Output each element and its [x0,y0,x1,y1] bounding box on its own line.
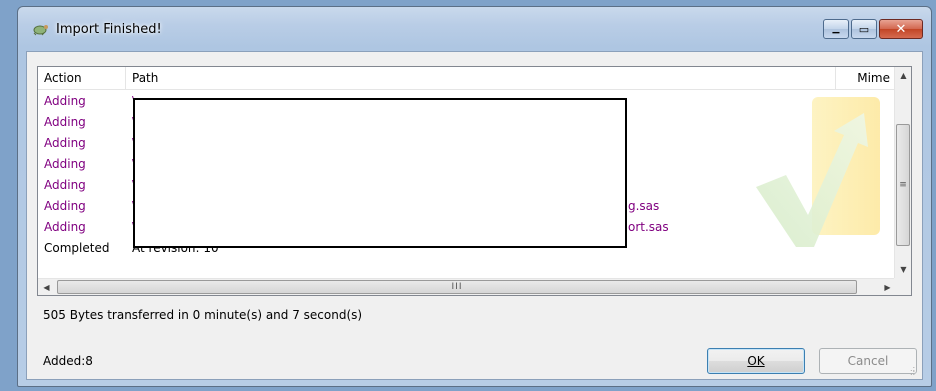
row-action: Adding [44,115,86,129]
column-header-mime[interactable]: Mime [836,67,896,89]
cancel-button-label: Cancel [847,354,889,368]
list-header: Action Path Mime [38,67,896,90]
row-action: Adding [44,94,86,108]
grip-icon: ≡ [899,180,907,190]
column-header-action[interactable]: Action [38,67,126,89]
ok-button[interactable]: OK [707,348,805,374]
scroll-up-icon[interactable]: ▲ [895,67,911,84]
row-action: Adding [44,136,86,150]
ok-button-label: OK [747,354,765,368]
transfer-status: 505 Bytes transferred in 0 minute(s) and… [43,308,363,322]
row-action: Completed [44,241,110,255]
scrollbar-corner [894,278,911,295]
row-action: Adding [44,157,86,171]
cancel-button[interactable]: Cancel [819,348,917,374]
title-bar[interactable]: Import Finished! ▁ ▭ ✕ [18,7,931,51]
minimize-icon: ▁ [832,23,840,34]
dialog-client-area: Action Path Mime Adding \ Adding \ Addin… [26,51,923,380]
row-action: Adding [44,220,86,234]
horizontal-scroll-thumb[interactable]: III [57,280,857,294]
vertical-scrollbar[interactable]: ▲ ≡ ▼ [894,67,911,278]
import-finished-dialog: Import Finished! ▁ ▭ ✕ Action Path Mime … [17,6,932,387]
close-button[interactable]: ✕ [879,19,923,39]
grip-icon: III [451,282,463,292]
tortoisesvn-icon [33,25,48,36]
redaction-box [133,98,627,248]
caption-buttons: ▁ ▭ ✕ [821,19,923,41]
minimize-button[interactable]: ▁ [823,19,849,39]
row-action: Adding [44,199,86,213]
maximize-icon: ▭ [858,22,870,36]
maximize-button[interactable]: ▭ [851,19,877,39]
window-title: Import Finished! [56,22,162,37]
close-icon: ✕ [895,21,907,37]
row-path-suffix: g.sas [628,199,660,213]
horizontal-scrollbar[interactable]: ◀ III ▶ [38,278,896,295]
vertical-scroll-thumb[interactable]: ≡ [896,124,910,246]
added-count: Added:8 [43,354,93,368]
results-list[interactable]: Action Path Mime Adding \ Adding \ Addin… [37,66,912,296]
scroll-left-icon[interactable]: ◀ [38,279,55,295]
column-header-path[interactable]: Path [126,67,836,89]
resize-grip-icon[interactable]: .:.: [910,365,920,377]
scroll-down-icon[interactable]: ▼ [895,261,911,278]
row-path-suffix: ort.sas [628,220,669,234]
row-action: Adding [44,178,86,192]
